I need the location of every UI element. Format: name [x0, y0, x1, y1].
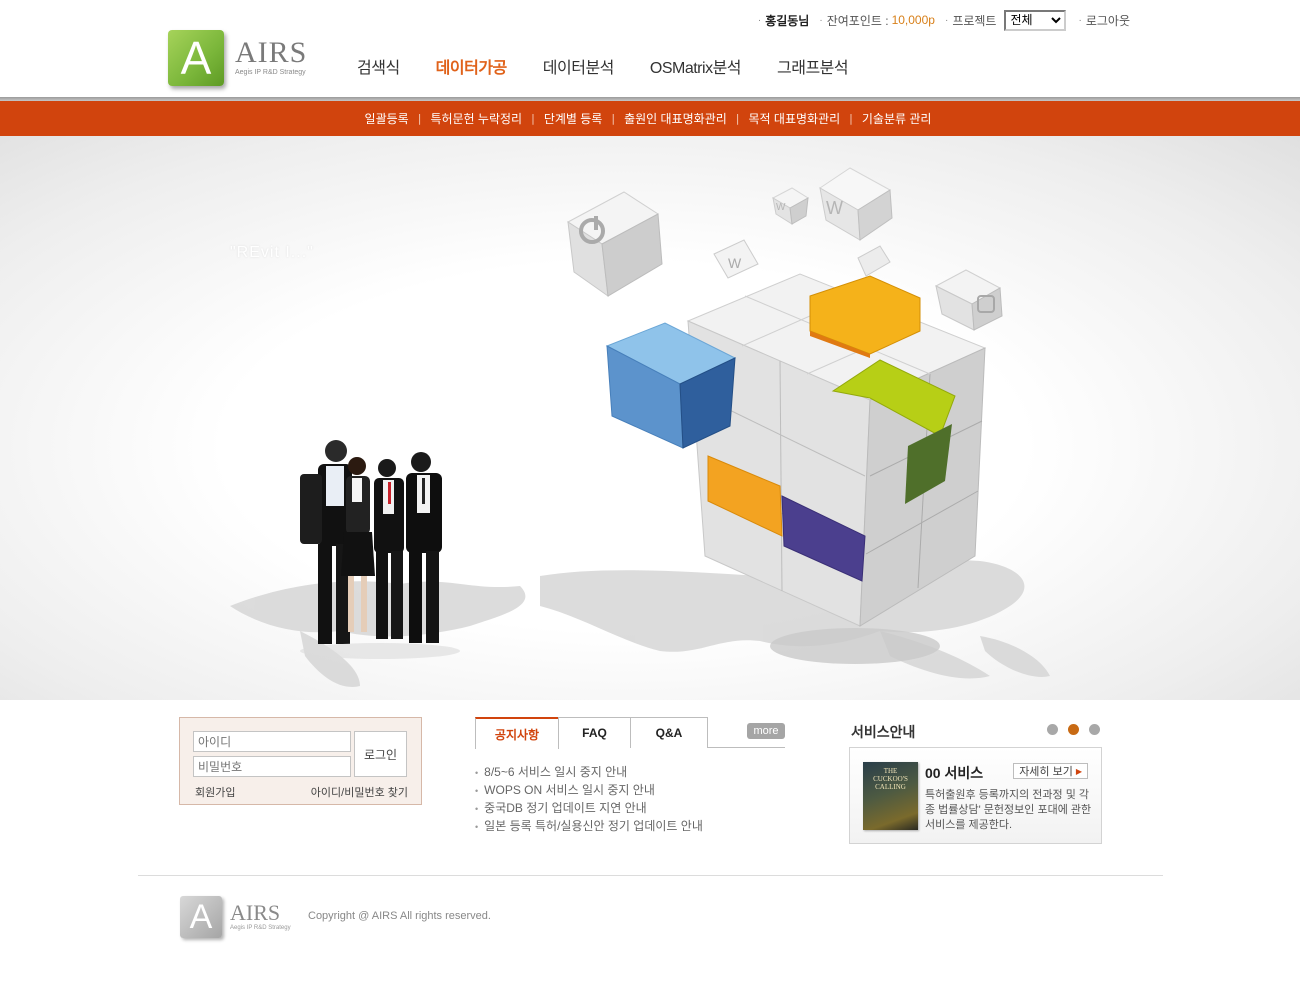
footer-logo-mark: A: [180, 896, 222, 938]
book-title: THE CUCKOO'S CALLING: [873, 767, 908, 791]
bullet-icon: •: [475, 822, 479, 832]
logo-mark: A: [168, 30, 224, 86]
global-nav: 검색식 데이터가공 데이터분석 OSMatrix분석 그래프분석: [357, 54, 884, 78]
svg-text:W: W: [728, 255, 742, 271]
find-account-link[interactable]: 아이디/비밀번호 찾기: [311, 784, 408, 800]
logout-link[interactable]: 로그아웃: [1086, 12, 1130, 29]
pager-dot-2[interactable]: [1068, 724, 1079, 735]
separator: |: [849, 112, 853, 125]
detail-button[interactable]: 자세히 보기 ▶: [1013, 763, 1088, 779]
service-pager: [1037, 724, 1100, 735]
footer-logo: A AIRS Aegis IP R&D Strategy: [180, 896, 291, 942]
gnb-item-data-analysis[interactable]: 데이터분석: [543, 54, 615, 78]
separator: |: [417, 112, 422, 125]
hero-illustration: W W W: [230, 167, 1050, 687]
project-select[interactable]: 전체: [1004, 9, 1067, 31]
svg-text:W: W: [776, 202, 786, 213]
power-cube-graphic: [567, 191, 663, 298]
notice-tabs: 공지사항 FAQ Q&A more: [475, 717, 785, 749]
service-title: 서비스안내: [851, 724, 916, 740]
bullet-icon: ·: [944, 14, 949, 26]
subnav-item-tech-classification[interactable]: 기술분류 관리: [862, 110, 932, 127]
separator: |: [611, 112, 616, 125]
subnav-item-bulk-register[interactable]: 일괄등록: [365, 110, 409, 127]
more-button[interactable]: more: [747, 723, 785, 739]
notice-item[interactable]: • 일본 등록 특허/실용신안 정기 업데이트 안내: [475, 817, 703, 835]
subnav-item-step-register[interactable]: 단계별 등록: [544, 110, 603, 127]
copyright-text: Copyright @ AIRS All rights reserved.: [308, 910, 491, 922]
logo-tagline: Aegis IP R&D Strategy: [235, 69, 306, 76]
site-logo[interactable]: A AIRS Aegis IP R&D Strategy: [168, 30, 313, 92]
cube-shadow: [770, 628, 940, 664]
tab-qna[interactable]: Q&A: [630, 717, 708, 748]
footer-divider: [138, 875, 1163, 876]
utility-bar: · 홍길동님 · 잔여포인트 : 10,000p · 프로젝트 전체 · 로그아…: [748, 9, 1130, 31]
service-info: 서비스안내 THE CUCKOO'S CALLING 00 서비스 자세히 보기…: [849, 720, 1102, 845]
footer-logo-text: AIRS: [230, 900, 281, 925]
gnb-item-osmatrix-analysis[interactable]: OSMatrix분석: [650, 54, 742, 78]
bullet-icon: ·: [757, 14, 762, 26]
service-card: THE CUCKOO'S CALLING 00 서비스 자세히 보기 ▶ 특허출원…: [849, 747, 1102, 844]
notice-list: • 8/5~6 서비스 일시 중지 안내 • WOPS ON 서비스 일시 중지 안…: [475, 763, 703, 835]
user-name: 홍길동님: [765, 13, 810, 28]
separator: |: [531, 112, 535, 125]
notice-item[interactable]: • 중국DB 정기 업데이트 지연 안내: [475, 799, 703, 817]
hero-banner: "REvit I..." W W W: [0, 136, 1300, 700]
footer-logo-tagline: Aegis IP R&D Strategy: [230, 925, 291, 931]
tab-faq[interactable]: FAQ: [558, 717, 631, 748]
service-name: 00 서비스: [925, 765, 984, 781]
paper-tile-graphic: [857, 245, 891, 277]
bullet-icon: ·: [819, 14, 823, 26]
pager-dot-3[interactable]: [1089, 724, 1100, 735]
small-cube-graphic: W: [771, 187, 809, 225]
bullet-icon: •: [475, 786, 479, 796]
subnav-item-missing-docs[interactable]: 특허문헌 누락정리: [430, 110, 522, 127]
subnav-item-applicant-names[interactable]: 출원인 대표명화관리: [624, 110, 727, 127]
join-link[interactable]: 회원가입: [195, 784, 235, 800]
gnb-item-graph-analysis[interactable]: 그래프분석: [777, 54, 849, 78]
points-value: 10,000p: [891, 13, 935, 27]
service-description: 특허출원후 등록까지의 전과정 및 각종 법률상담' 문헌정보인 포대에 관한 …: [925, 789, 1092, 831]
tab-notice[interactable]: 공지사항: [475, 717, 559, 749]
gnb-item-data-processing[interactable]: 데이터가공: [436, 54, 508, 78]
arrow-right-icon: ▶: [1075, 766, 1082, 776]
project-label: 프로젝트: [952, 13, 997, 28]
bullet-icon: •: [475, 804, 479, 814]
separator: |: [735, 112, 740, 125]
pager-dot-1[interactable]: [1047, 724, 1058, 735]
header: A AIRS Aegis IP R&D Strategy · 홍길동님 · 잔여…: [0, 0, 1300, 100]
points-label: 잔여포인트 :: [826, 13, 889, 28]
face-cube-graphic: [934, 269, 1003, 331]
business-people-graphic: [300, 440, 460, 659]
w-cube-graphic: W: [819, 167, 893, 241]
notice-item[interactable]: • WOPS ON 서비스 일시 중지 안내: [475, 781, 703, 799]
sub-nav: 일괄등록 | 특허문헌 누락정리 | 단계별 등록 | 출원인 대표명화관리 |…: [0, 101, 1300, 136]
notice-item[interactable]: • 8/5~6 서비스 일시 중지 안내: [475, 763, 703, 781]
w-tile-graphic: W: [713, 239, 759, 279]
logo-text: AIRS: [235, 36, 308, 69]
bullet-icon: •: [475, 768, 479, 778]
book-cover-image: THE CUCKOO'S CALLING: [863, 762, 918, 830]
password-input[interactable]: [193, 756, 351, 777]
bullet-icon: ·: [1078, 14, 1082, 26]
login-button[interactable]: 로그인: [354, 731, 407, 777]
svg-text:W: W: [826, 198, 843, 218]
gnb-item-search-query[interactable]: 검색식: [357, 54, 400, 78]
id-input[interactable]: [193, 731, 351, 752]
notice-board: 공지사항 FAQ Q&A more • 8/5~6 서비스 일시 중지 안내 • W…: [475, 717, 785, 837]
login-box: 로그인 회원가입 아이디/비밀번호 찾기: [179, 717, 422, 805]
subnav-item-purpose-names[interactable]: 목적 대표명화관리: [749, 110, 841, 127]
